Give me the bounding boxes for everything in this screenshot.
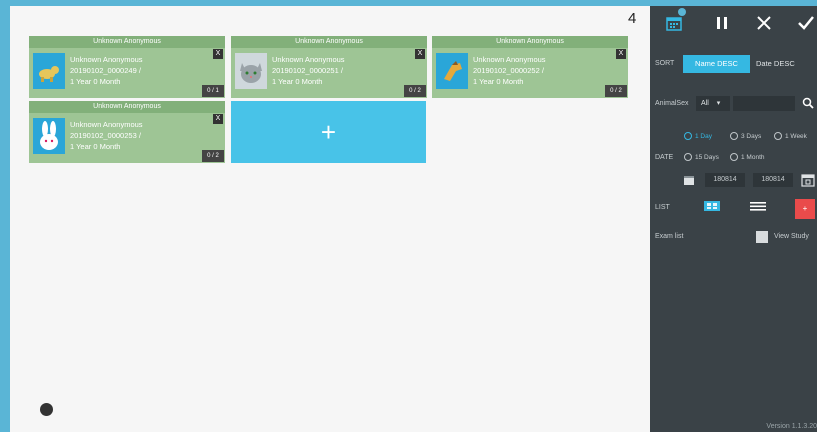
pause-icon[interactable] (712, 13, 732, 33)
radio-15-days[interactable]: 15 Days (684, 153, 719, 161)
search-input[interactable] (733, 96, 795, 111)
radio-ring (774, 132, 782, 140)
radio-label: 1 Week (785, 132, 807, 140)
patient-age: 1 Year 0 Month (70, 77, 121, 86)
view-study-checkbox[interactable] (756, 231, 768, 243)
patient-name: Unknown Anonymous (272, 55, 345, 64)
card-info: Unknown Anonymous 20190102_0000251 / 1 Y… (272, 54, 345, 87)
list-label: LIST (655, 204, 670, 211)
app-screen: 4 Unknown Anonymous X Unknown Anonymous … (10, 6, 817, 432)
patient-grid: 4 Unknown Anonymous X Unknown Anonymous … (10, 6, 650, 432)
patient-id: 20190102_0000251 / (272, 66, 343, 75)
radio-1-month[interactable]: 1 Month (730, 153, 765, 161)
animal-sex-value: All (701, 100, 709, 107)
patient-name: Unknown Anonymous (70, 55, 143, 64)
radio-ring (684, 153, 692, 161)
animal-sex-select[interactable]: All ▾ (696, 96, 730, 111)
list-view-icon[interactable] (748, 199, 768, 217)
card-info: Unknown Anonymous 20190102_0000253 / 1 Y… (70, 119, 143, 152)
card-info: Unknown Anonymous 20190102_0000252 / 1 Y… (473, 54, 546, 87)
radio-ring (684, 132, 692, 140)
study-count-badge: 0 / 1 (202, 85, 224, 97)
patient-card[interactable]: Unknown Anonymous X Unknown Anonymous 20… (231, 36, 427, 98)
status-dot (40, 403, 53, 416)
study-count-badge: 0 / 2 (202, 150, 224, 162)
card-close-button[interactable]: X (213, 49, 223, 59)
patient-name: Unknown Anonymous (473, 55, 546, 64)
radio-1-day[interactable]: 1 Day (684, 132, 712, 140)
add-button[interactable]: + (795, 199, 815, 219)
date-label: DATE (655, 154, 674, 161)
search-icon[interactable] (802, 96, 814, 111)
date-from-input[interactable]: 180814 (705, 173, 745, 187)
radio-label: 1 Day (695, 132, 712, 140)
patient-age: 1 Year 0 Month (70, 142, 121, 151)
card-header: Unknown Anonymous (29, 101, 225, 113)
patient-card[interactable]: Unknown Anonymous X Unknown Anonymous 20… (432, 36, 628, 98)
exam-list-label: Exam list (655, 233, 684, 240)
radio-1-week[interactable]: 1 Week (774, 132, 807, 140)
toolbar (650, 6, 817, 40)
dog-icon (33, 53, 65, 89)
patient-card[interactable]: Unknown Anonymous X Unknown Anonymous 20… (29, 101, 225, 163)
animal-sex-label: AnimalSex (655, 100, 689, 107)
sort-name-desc-button[interactable]: Name DESC (683, 55, 750, 73)
radio-3-days[interactable]: 3 Days (730, 132, 761, 140)
filter-panel: SORT Name DESC Date DESC AnimalSex All ▾… (650, 6, 817, 432)
study-count-badge: 0 / 2 (605, 85, 627, 97)
cat-icon (235, 53, 267, 89)
patient-id: 20190102_0000249 / (70, 66, 141, 75)
patient-name: Unknown Anonymous (70, 120, 143, 129)
chevron-down-icon: ▾ (716, 100, 721, 107)
card-close-button[interactable]: X (616, 49, 626, 59)
sort-label: SORT (655, 60, 675, 67)
view-study-label: View Study (774, 233, 809, 240)
add-patient-button[interactable]: + (231, 101, 426, 163)
date-to-input[interactable]: 180814 (753, 173, 793, 187)
radio-label: 1 Month (741, 153, 765, 161)
rabbit-icon (33, 118, 65, 154)
check-icon[interactable] (796, 13, 816, 33)
card-header: Unknown Anonymous (231, 36, 427, 48)
card-info: Unknown Anonymous 20190102_0000249 / 1 Y… (70, 54, 143, 87)
patient-age: 1 Year 0 Month (272, 77, 323, 86)
patient-age: 1 Year 0 Month (473, 77, 524, 86)
version-text: Version 1.1.3.20 (766, 423, 817, 430)
patient-card[interactable]: Unknown Anonymous X Unknown Anonymous 20… (29, 36, 225, 98)
radio-label: 3 Days (741, 132, 762, 140)
study-count-badge: 0 / 2 (404, 85, 426, 97)
notification-badge (678, 8, 686, 16)
card-close-button[interactable]: X (415, 49, 425, 59)
patient-count: 4 (628, 10, 637, 27)
radio-label: 15 Days (695, 153, 719, 161)
calendar-icon[interactable] (664, 13, 684, 33)
calendar-picker-icon[interactable] (801, 173, 815, 187)
patient-id: 20190102_0000252 / (473, 66, 544, 75)
card-header: Unknown Anonymous (29, 36, 225, 48)
card-close-button[interactable]: X (213, 114, 223, 124)
radio-ring (730, 153, 738, 161)
grid-view-icon[interactable] (702, 199, 722, 217)
patient-id: 20190102_0000253 / (70, 131, 141, 140)
close-icon[interactable] (754, 13, 774, 33)
sort-date-desc-button[interactable]: Date DESC (756, 55, 804, 73)
card-header: Unknown Anonymous (432, 36, 628, 48)
radio-ring (730, 132, 738, 140)
calendar-small-icon[interactable] (683, 173, 695, 187)
horse-icon (436, 53, 468, 89)
